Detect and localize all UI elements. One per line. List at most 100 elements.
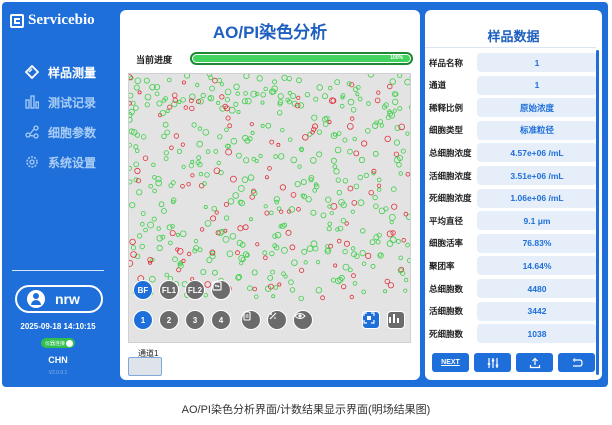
result-row: 聚团率 14.64% <box>429 256 597 276</box>
dead-cell-marker <box>186 251 192 257</box>
live-cell-marker <box>390 186 397 192</box>
dead-cell-marker <box>302 134 309 141</box>
visibility-button[interactable] <box>293 310 313 330</box>
dead-cell-marker <box>213 167 221 175</box>
live-cell-marker <box>152 188 157 194</box>
field-1-button[interactable]: 1 <box>133 310 153 330</box>
edit-button[interactable] <box>267 310 287 330</box>
live-cell-marker <box>389 78 396 85</box>
adjust-button[interactable] <box>474 353 511 372</box>
live-cell-marker <box>347 98 355 106</box>
live-cell-marker <box>194 82 200 88</box>
live-cell-marker <box>190 159 195 164</box>
live-cell-marker <box>243 157 250 164</box>
live-cell-marker <box>393 139 400 146</box>
live-cell-marker <box>290 156 298 164</box>
live-cell-marker <box>403 277 409 283</box>
live-cell-marker <box>303 260 308 265</box>
dead-cell-marker <box>349 82 355 88</box>
live-cell-marker <box>175 232 180 237</box>
live-cell-marker <box>297 164 302 169</box>
live-cell-marker <box>398 171 403 176</box>
live-cell-marker <box>217 134 223 140</box>
dead-cell-marker <box>227 123 233 129</box>
live-cell-marker <box>230 137 238 145</box>
sidebar-item-cell-params[interactable]: 细胞参数 <box>2 118 114 146</box>
next-button[interactable]: NEXT <box>432 353 469 372</box>
live-cell-marker <box>287 137 293 142</box>
live-cell-marker <box>129 165 133 171</box>
live-cell-marker <box>280 128 285 133</box>
dead-cell-marker <box>255 242 260 247</box>
microscope-image[interactable]: BF FL1 FL2 1 2 3 4 <box>128 73 411 343</box>
live-cell-marker <box>386 240 394 247</box>
field-4-button[interactable]: 4 <box>211 310 231 330</box>
live-cell-marker <box>219 82 225 87</box>
live-cell-marker <box>136 189 143 196</box>
live-cell-marker <box>340 217 347 224</box>
sidebar-item-sample-measure[interactable]: 样品测量 <box>2 58 114 86</box>
live-cell-marker <box>243 91 248 96</box>
live-cell-marker <box>289 287 296 293</box>
dead-cell-marker <box>336 238 342 244</box>
user-button[interactable]: nrw <box>15 285 103 313</box>
dead-cell-marker <box>277 282 282 287</box>
dead-cell-marker <box>269 139 275 145</box>
channel-thumbnail[interactable] <box>128 357 162 376</box>
language-button[interactable]: CHN <box>2 355 114 365</box>
result-value: 标准粒径 <box>477 120 597 140</box>
sidebar-item-test-records[interactable]: 测试记录 <box>2 88 114 116</box>
dead-cell-marker <box>279 184 286 191</box>
field-2-button[interactable]: 2 <box>159 310 179 330</box>
live-cell-marker <box>291 259 298 266</box>
histogram-button[interactable] <box>387 311 405 329</box>
live-cell-marker <box>198 171 204 177</box>
dead-cell-marker <box>403 211 409 217</box>
live-cell-marker <box>140 134 147 140</box>
live-cell-marker <box>316 260 321 265</box>
live-cell-marker <box>256 75 263 82</box>
report-button[interactable] <box>241 310 261 330</box>
result-row: 活细胞浓度 3.51e+06 /mL <box>429 166 597 185</box>
result-value: 1038 <box>477 324 597 344</box>
live-cell-marker <box>321 93 328 100</box>
dead-cell-marker <box>349 294 354 300</box>
live-cell-marker <box>179 230 187 238</box>
view-fl2-button[interactable]: FL2 <box>185 280 205 300</box>
live-cell-marker <box>327 85 333 91</box>
live-cell-marker <box>203 292 208 298</box>
sidebar-item-system-settings[interactable]: 系统设置 <box>2 148 114 176</box>
live-cell-marker <box>333 168 340 175</box>
result-label: 稀释比例 <box>429 102 464 113</box>
merge-view-button[interactable] <box>211 280 231 300</box>
live-cell-marker <box>270 269 276 275</box>
view-fl1-button[interactable]: FL1 <box>159 280 179 300</box>
dead-cell-marker <box>361 140 368 147</box>
live-cell-marker <box>359 250 366 257</box>
focus-button[interactable] <box>362 311 380 329</box>
dead-cell-marker <box>212 77 218 84</box>
scrollbar[interactable] <box>596 50 599 375</box>
live-cell-marker <box>372 150 379 157</box>
return-icon <box>572 357 583 367</box>
live-cell-marker <box>281 271 286 277</box>
live-cell-marker <box>367 74 375 78</box>
result-label: 活细胞数 <box>429 306 464 317</box>
view-bf-button[interactable]: BF <box>133 280 153 300</box>
back-button[interactable] <box>558 353 595 372</box>
dead-cell-marker <box>242 224 249 231</box>
export-button[interactable] <box>516 353 553 372</box>
live-cell-marker <box>172 256 178 263</box>
sidebar: Servicebio 样品测量 测试记录 细胞参数 系统设置 nrw 2025-… <box>2 2 114 387</box>
live-cell-marker <box>137 233 143 239</box>
page-title: AO/PI染色分析 <box>212 23 328 42</box>
field-3-button[interactable]: 3 <box>185 310 205 330</box>
sidebar-divider <box>12 270 104 271</box>
live-cell-marker <box>162 121 169 128</box>
live-cell-marker <box>334 146 342 154</box>
live-cell-marker <box>320 212 327 219</box>
live-cell-marker <box>397 74 403 79</box>
live-cell-marker <box>134 148 140 153</box>
connection-toggle[interactable]: 仪器连接 <box>41 338 75 348</box>
live-cell-marker <box>260 92 266 98</box>
